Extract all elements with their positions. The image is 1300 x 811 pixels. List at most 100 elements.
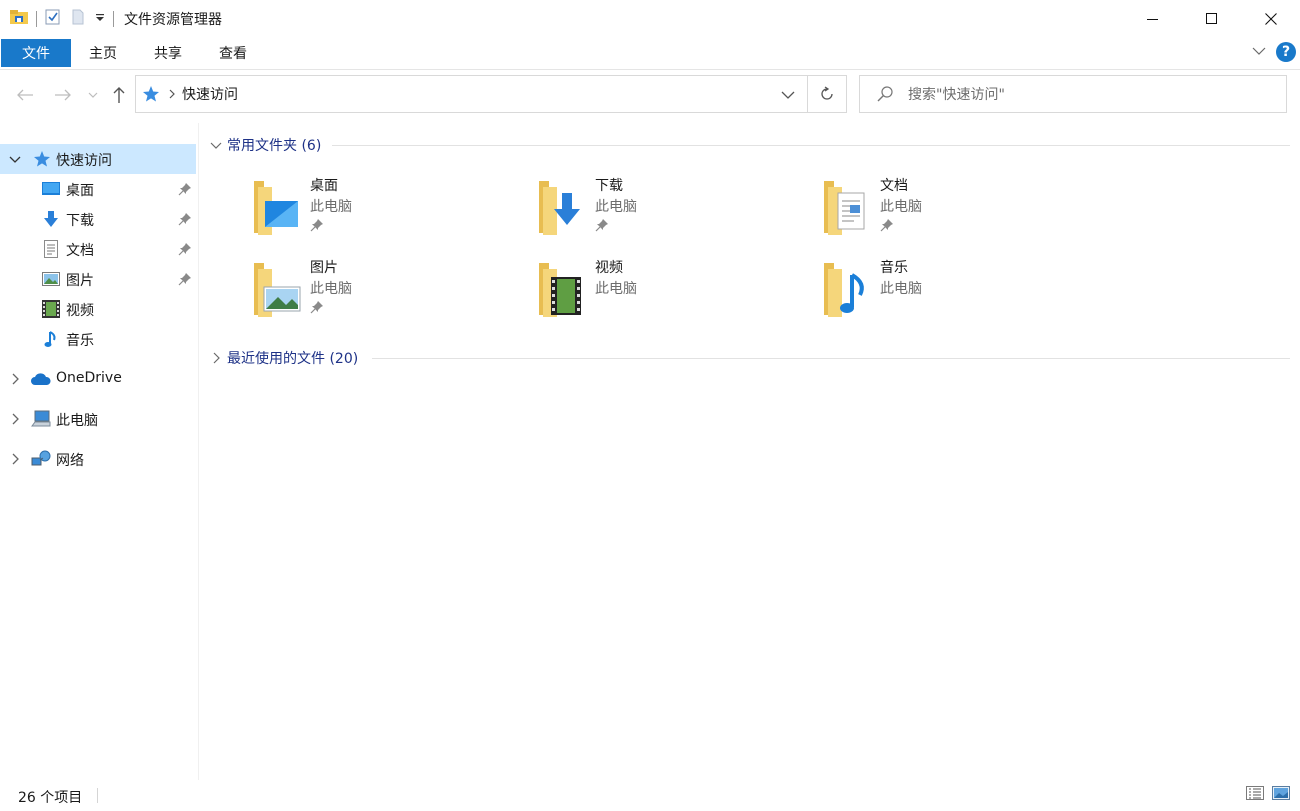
- back-arrow-icon: [17, 89, 33, 101]
- group-title: 最近使用的文件 (20): [227, 351, 359, 367]
- back-button[interactable]: [14, 84, 36, 106]
- nav-item-label: OneDrive: [56, 370, 122, 386]
- status-bar: 26 个项目: [0, 780, 1300, 811]
- expand-ribbon-icon[interactable]: [1252, 44, 1266, 60]
- chevron-down-icon: [88, 92, 98, 98]
- nav-item-documents[interactable]: 文档: [0, 234, 196, 264]
- chevron-right-icon[interactable]: [8, 412, 22, 426]
- document-icon: [41, 239, 61, 259]
- pin-icon[interactable]: [178, 272, 192, 286]
- customize-toolbar-dropdown-icon[interactable]: [95, 11, 105, 27]
- download-folder-icon: [535, 177, 589, 237]
- folder-tile-documents[interactable]: 文档 此电脑: [770, 175, 1050, 247]
- nav-item-label: 网络: [56, 453, 84, 469]
- search-box[interactable]: 搜索"快速访问": [859, 75, 1287, 113]
- folder-tile-music[interactable]: 音乐 此电脑: [770, 257, 1050, 329]
- nav-item-pictures[interactable]: 图片: [0, 264, 196, 294]
- nav-item-desktop[interactable]: 桌面: [0, 174, 196, 204]
- tab-home[interactable]: 主页: [74, 39, 132, 67]
- nav-item-music[interactable]: 音乐: [0, 324, 196, 354]
- chevron-down-icon[interactable]: [209, 138, 223, 152]
- pin-icon: [595, 218, 609, 232]
- close-button[interactable]: [1241, 0, 1300, 38]
- details-view-button[interactable]: [1246, 786, 1264, 804]
- forward-button[interactable]: [52, 84, 74, 106]
- nav-item-videos[interactable]: 视频: [0, 294, 196, 324]
- folder-location: 此电脑: [310, 199, 352, 215]
- minimize-button[interactable]: [1123, 0, 1182, 38]
- file-explorer-icon: [10, 9, 28, 29]
- tab-view[interactable]: 查看: [204, 39, 262, 67]
- pin-icon[interactable]: [178, 242, 192, 256]
- search-placeholder: 搜索"快速访问": [908, 87, 1005, 103]
- folder-tile-desktop[interactable]: 桌面 此电脑: [200, 175, 480, 247]
- chevron-right-icon[interactable]: [209, 351, 223, 365]
- group-header-frequent-folders[interactable]: 常用文件夹 (6): [200, 133, 1290, 157]
- minimize-icon: [1146, 19, 1158, 20]
- tab-file[interactable]: 文件: [1, 39, 71, 67]
- up-arrow-icon: [113, 87, 125, 103]
- quick-access-toolbar: 文件资源管理器: [0, 0, 222, 38]
- folder-name: 视频: [595, 260, 623, 276]
- breadcrumb-chevron-icon: [168, 88, 176, 100]
- videos-folder-icon: [535, 259, 589, 319]
- large-icons-view-button[interactable]: [1272, 786, 1290, 804]
- pictures-icon: [41, 269, 61, 289]
- window-title: 文件资源管理器: [124, 12, 222, 28]
- group-header-recent-files[interactable]: 最近使用的文件 (20): [200, 346, 1290, 370]
- videos-icon: [41, 299, 61, 319]
- nav-item-label: 此电脑: [56, 413, 98, 429]
- nav-item-label: 音乐: [66, 333, 94, 349]
- refresh-button[interactable]: [807, 75, 847, 113]
- nav-item-onedrive[interactable]: OneDrive: [0, 364, 196, 394]
- chevron-down-icon[interactable]: [8, 152, 22, 166]
- address-row: 快速访问 搜索"快速访问": [0, 70, 1300, 120]
- forward-arrow-icon: [55, 89, 71, 101]
- new-folder-icon[interactable]: [71, 9, 85, 29]
- folder-tile-videos[interactable]: 视频 此电脑: [485, 257, 765, 329]
- folder-name: 桌面: [310, 178, 338, 194]
- address-bar[interactable]: 快速访问: [135, 75, 808, 113]
- folder-name: 图片: [310, 260, 338, 276]
- desktop-icon: [41, 179, 61, 199]
- quick-access-star-icon: [142, 85, 160, 103]
- nav-item-label: 文档: [66, 243, 94, 259]
- nav-item-label: 桌面: [66, 183, 94, 199]
- pin-icon: [310, 300, 324, 314]
- details-view-icon: [1246, 786, 1264, 800]
- music-folder-icon: [820, 259, 874, 319]
- group-title: 常用文件夹 (6): [227, 138, 322, 154]
- pin-icon[interactable]: [178, 182, 192, 196]
- folder-location: 此电脑: [880, 281, 922, 297]
- up-button[interactable]: [108, 84, 130, 106]
- folder-tile-pictures[interactable]: 图片 此电脑: [200, 257, 480, 329]
- documents-folder-icon: [820, 177, 874, 237]
- ribbon: 文件 主页 共享 查看 ?: [0, 38, 1300, 70]
- nav-quick-access[interactable]: 快速访问: [0, 144, 196, 174]
- this-pc-icon: [31, 409, 51, 429]
- recent-locations-button[interactable]: [83, 84, 103, 106]
- title-bar: 文件资源管理器: [0, 0, 1300, 38]
- tab-share[interactable]: 共享: [139, 39, 197, 67]
- navigation-pane: 快速访问 桌面 下载 文档 图片 视频 音乐 OneDrive 此电脑 网络: [0, 123, 199, 780]
- breadcrumb-quick-access[interactable]: 快速访问: [182, 84, 238, 104]
- nav-item-this-pc[interactable]: 此电脑: [0, 404, 196, 434]
- folder-tile-downloads[interactable]: 下载 此电脑: [485, 175, 765, 247]
- nav-quick-access-label: 快速访问: [56, 153, 112, 169]
- nav-item-network[interactable]: 网络: [0, 444, 196, 474]
- chevron-right-icon[interactable]: [8, 372, 22, 386]
- content-pane: 常用文件夹 (6) 桌面 此电脑 下载 此电脑 文档 此电脑 图片 此电脑 视频…: [200, 123, 1300, 780]
- folder-location: 此电脑: [310, 281, 352, 297]
- help-button[interactable]: ?: [1276, 42, 1296, 62]
- maximize-icon: [1205, 13, 1217, 24]
- chevron-right-icon[interactable]: [8, 452, 22, 466]
- nav-item-label: 视频: [66, 303, 94, 319]
- nav-item-downloads[interactable]: 下载: [0, 204, 196, 234]
- desktop-folder-icon: [250, 177, 304, 237]
- folder-name: 下载: [595, 178, 623, 194]
- address-dropdown-icon[interactable]: [781, 90, 795, 100]
- pictures-folder-icon: [250, 259, 304, 319]
- pin-icon[interactable]: [178, 212, 192, 226]
- maximize-button[interactable]: [1182, 0, 1241, 38]
- properties-icon[interactable]: [45, 9, 61, 29]
